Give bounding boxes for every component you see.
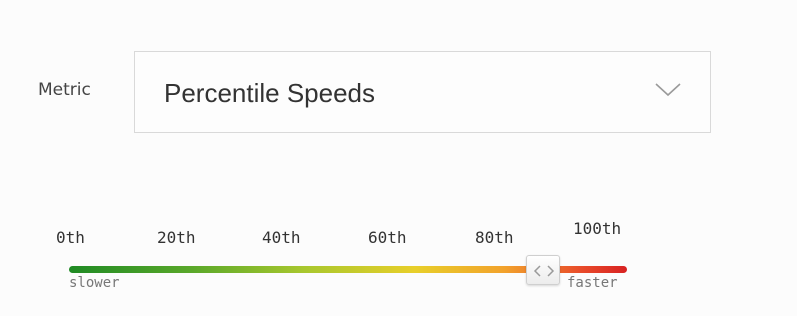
tick-label: 0th	[56, 228, 85, 247]
faster-label: faster	[567, 275, 618, 291]
tick-label: 60th	[368, 228, 407, 247]
metric-select[interactable]: Percentile Speeds	[134, 51, 711, 133]
slower-label: slower	[69, 275, 120, 291]
tick-label: 80th	[475, 228, 514, 247]
metric-label: Metric	[38, 80, 91, 100]
tick-label: 40th	[262, 228, 301, 247]
left-right-arrows-icon	[534, 265, 555, 277]
metric-panel: Metric Percentile Speeds 0th 20th 40th 6…	[0, 0, 797, 316]
tick-label: 100th	[573, 219, 622, 238]
metric-select-value: Percentile Speeds	[164, 78, 376, 108]
tick-label: 20th	[157, 228, 196, 247]
chevron-down-icon	[654, 82, 682, 98]
percentile-slider-handle[interactable]	[526, 255, 561, 285]
